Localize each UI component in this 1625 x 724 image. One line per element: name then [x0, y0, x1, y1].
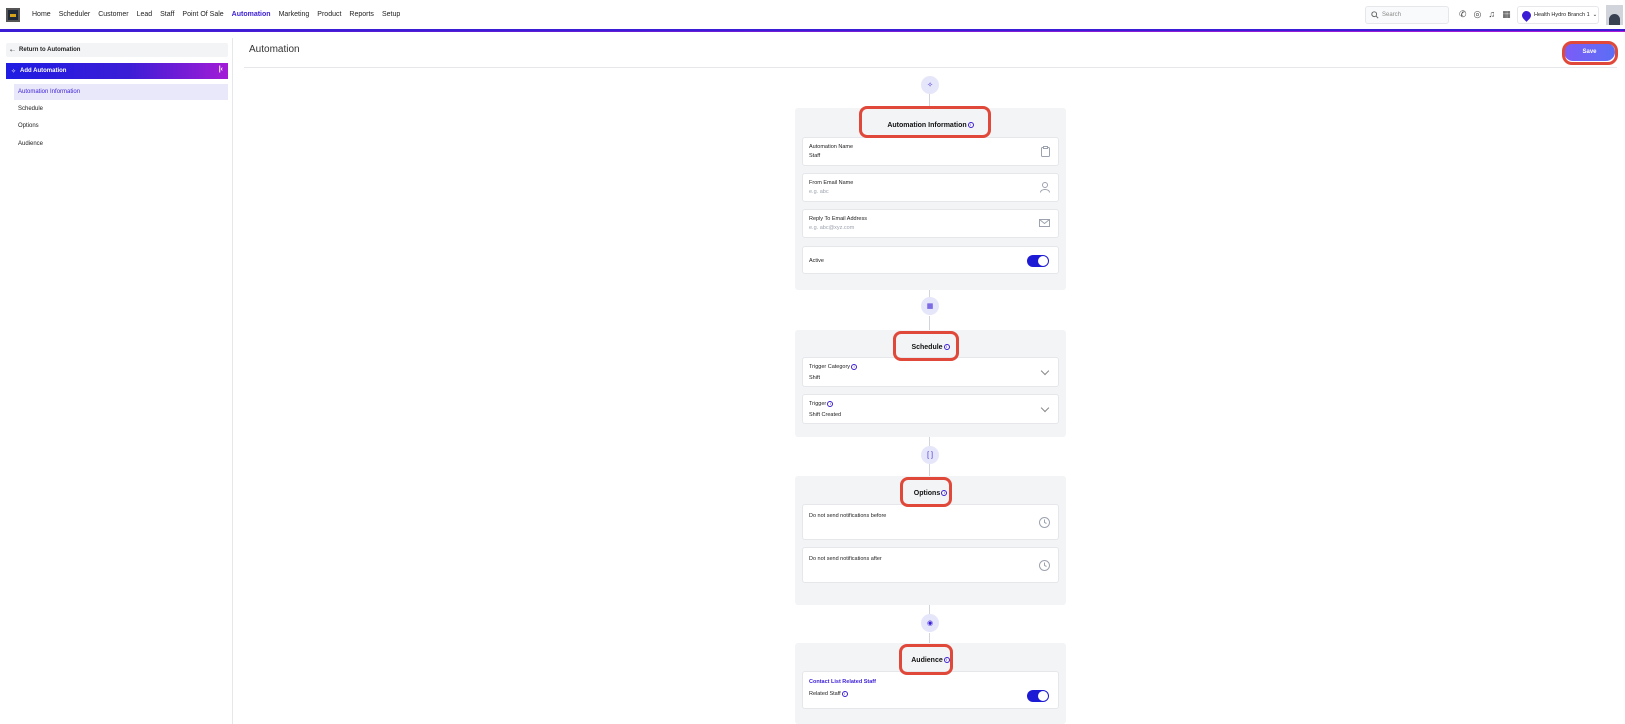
active-field: Active — [802, 246, 1059, 274]
from-email-name-field[interactable]: From Email Name e.g. abc — [802, 173, 1059, 202]
add-automation-header: ✧ Add Automation |‹ — [6, 63, 228, 79]
mail-icon — [1039, 219, 1050, 227]
return-label: Return to Automation — [19, 47, 81, 53]
trigger-category-select[interactable]: Trigger Category i Shift — [802, 357, 1059, 387]
field-label: Related Staff i — [809, 691, 848, 697]
sidebar-item-schedule[interactable]: Schedule — [14, 101, 228, 117]
field-label: From Email Name — [809, 180, 854, 186]
nav-point-of-sale[interactable]: Point Of Sale — [182, 11, 223, 18]
clipboard-icon — [1041, 146, 1050, 157]
nav-setup[interactable]: Setup — [382, 11, 400, 18]
info-icon[interactable]: i — [841, 691, 848, 697]
top-icons: ✆ ◎ ♫ ▦ — [1459, 9, 1511, 19]
arrow-left-icon: ⇠ — [10, 47, 16, 54]
add-automation-label: Add Automation — [20, 68, 67, 74]
field-label: Automation Name — [809, 144, 854, 150]
sidebar-item-label: Automation Information — [18, 89, 81, 95]
branch-selector[interactable]: Health Hydro Branch 1 ⌄ — [1517, 6, 1599, 24]
sidebar-item-automation-information[interactable]: Automation Information — [14, 84, 228, 100]
magic-wand-icon: ✧ — [11, 68, 17, 75]
sidebar-item-label: Audience — [18, 141, 44, 147]
nav-reports[interactable]: Reports — [349, 11, 374, 18]
clock-icon — [1039, 560, 1050, 571]
page-title: Automation — [249, 44, 300, 55]
nav-customer[interactable]: Customer — [98, 11, 128, 18]
nav-scheduler[interactable]: Scheduler — [59, 11, 91, 18]
calendar-step-icon: ▦ — [921, 297, 939, 315]
whatsapp-icon[interactable]: ◎ — [1474, 9, 1482, 19]
flow-connector — [929, 464, 930, 476]
search-input[interactable]: Search — [1365, 6, 1449, 24]
trigger-label: Trigger — [809, 401, 827, 407]
sidebar-item-label: Options — [18, 123, 39, 129]
automation-step-icon: ✧ — [921, 76, 939, 94]
options-highlight — [900, 477, 952, 507]
collapse-sidebar-icon[interactable]: |‹ — [219, 66, 223, 73]
notifications-before-field[interactable]: Do not send notifications before — [802, 504, 1059, 540]
info-icon[interactable]: i — [827, 401, 834, 407]
save-highlight — [1562, 41, 1618, 65]
chevron-down-icon — [1040, 366, 1050, 376]
info-icon[interactable]: i — [851, 364, 858, 370]
contact-list-label[interactable]: Contact List Related Staff — [809, 679, 876, 685]
reply-to-placeholder[interactable]: e.g. abc@xyz.com — [809, 225, 854, 231]
audience-highlight — [899, 644, 953, 675]
related-staff-toggle[interactable] — [1027, 690, 1049, 702]
left-panel: ⇠ Return to Automation ✧ Add Automation … — [0, 38, 233, 724]
app-logo[interactable] — [6, 7, 20, 22]
top-navigation-bar: Home Scheduler Customer Lead Staff Point… — [0, 0, 1625, 32]
sidebar-item-audience[interactable]: Audience — [14, 136, 228, 152]
sidebar-item-options[interactable]: Options — [14, 118, 228, 134]
trigger-select[interactable]: Trigger i Shift Created — [802, 394, 1059, 424]
field-label: Trigger i — [809, 401, 834, 407]
options-step-icon: [ ] — [921, 446, 939, 464]
location-pin-icon — [1520, 8, 1533, 22]
active-toggle[interactable] — [1027, 255, 1049, 267]
field-label: Active — [809, 258, 824, 264]
field-label: Reply To Email Address — [809, 216, 867, 222]
automation-name-field[interactable]: Automation Name Staff — [802, 137, 1059, 166]
flow-connector — [929, 633, 930, 643]
avatar[interactable] — [1606, 5, 1623, 25]
notifications-after-field[interactable]: Do not send notifications after — [802, 547, 1059, 583]
title-divider — [244, 67, 1617, 68]
bell-icon[interactable]: ♫ — [1488, 9, 1495, 19]
search-placeholder: Search — [1382, 12, 1402, 18]
chevron-down-icon: ⌄ — [1592, 12, 1598, 18]
trigger-value: Shift Created — [809, 412, 842, 418]
nav-automation[interactable]: Automation — [232, 11, 271, 18]
apps-grid-icon[interactable]: ▦ — [1502, 9, 1511, 19]
reply-to-email-field[interactable]: Reply To Email Address e.g. abc@xyz.com — [802, 209, 1059, 238]
phone-icon[interactable]: ✆ — [1459, 9, 1467, 19]
audience-step-icon: ◉ — [921, 614, 939, 632]
nav-lead[interactable]: Lead — [137, 11, 153, 18]
schedule-highlight — [893, 331, 959, 361]
return-to-automation-link[interactable]: ⇠ Return to Automation — [6, 43, 228, 57]
field-label: Do not send notifications after — [809, 556, 882, 562]
main-nav: Home Scheduler Customer Lead Staff Point… — [32, 11, 400, 18]
field-label: Trigger Category i — [809, 364, 858, 370]
from-email-placeholder[interactable]: e.g. abc — [809, 189, 829, 195]
trigger-category-value: Shift — [809, 375, 821, 381]
nav-home[interactable]: Home — [32, 11, 51, 18]
search-icon — [1371, 11, 1379, 19]
user-icon — [1040, 182, 1050, 193]
chevron-down-icon — [1040, 403, 1050, 413]
sidebar-item-label: Schedule — [18, 106, 44, 112]
flow-connector — [929, 316, 930, 330]
trigger-category-label: Trigger Category — [809, 364, 851, 370]
automation-name-value[interactable]: Staff — [809, 153, 820, 159]
nav-staff[interactable]: Staff — [160, 11, 174, 18]
flow-connector — [929, 437, 930, 446]
related-staff-label: Related Staff — [809, 691, 841, 697]
nav-product[interactable]: Product — [317, 11, 341, 18]
related-staff-field: Contact List Related Staff Related Staff… — [802, 671, 1059, 709]
field-label: Do not send notifications before — [809, 513, 887, 519]
branch-name: Health Hydro Branch 1 — [1534, 12, 1590, 18]
automation-information-highlight — [859, 106, 991, 138]
clock-icon — [1039, 517, 1050, 528]
nav-marketing[interactable]: Marketing — [279, 11, 310, 18]
